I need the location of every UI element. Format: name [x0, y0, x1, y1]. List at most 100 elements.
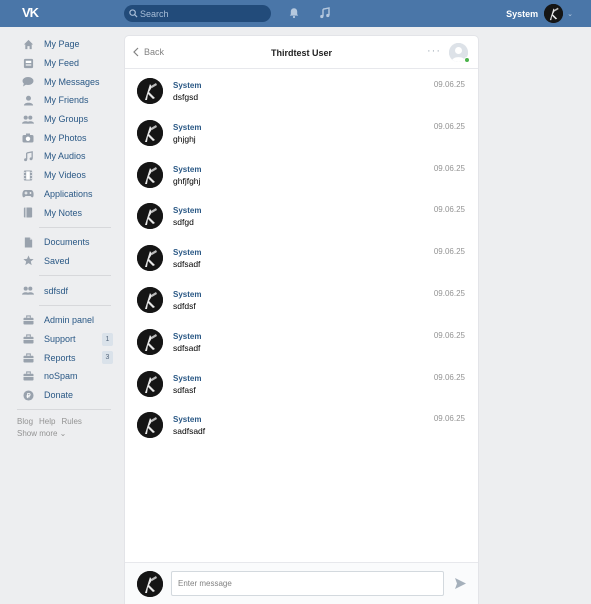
count-badge: 3 [102, 351, 113, 365]
briefcase-icon [22, 352, 34, 364]
message-time: 09.06.25 [433, 205, 465, 215]
message-author[interactable]: System [173, 165, 201, 174]
sidebar-item-label: Reports [44, 352, 76, 363]
users-icon [22, 285, 34, 297]
more-options-icon[interactable]: ··· [427, 45, 441, 57]
sidebar-item-label: noSpam [44, 371, 78, 382]
message-time: 09.06.25 [433, 414, 465, 424]
message-author[interactable]: System [173, 248, 201, 257]
message-time: 09.06.25 [433, 372, 465, 382]
svg-text:₽: ₽ [26, 392, 30, 399]
sidebar-item-support[interactable]: Support 1 [17, 330, 113, 349]
sidebar-footer: Blog Help Rules Show more ⌄ [17, 416, 111, 440]
message-item: System ghfjfghj 09.06.25 [125, 154, 478, 196]
sidebar-nav-secondary: Documents Saved [17, 233, 111, 270]
sidebar-item-label: My Page [44, 39, 80, 50]
music-note-icon [22, 150, 34, 162]
bell-icon[interactable] [288, 7, 300, 19]
message-author[interactable]: System [173, 123, 201, 132]
music-note-icon[interactable] [319, 7, 331, 19]
sidebar-item-label: sdfsdf [44, 285, 69, 296]
message-input[interactable] [171, 571, 444, 596]
message-author[interactable]: System [173, 290, 201, 299]
sidebar-item-label: My Messages [44, 76, 100, 87]
message-item: System sadfsadf 09.06.25 [125, 404, 478, 446]
footer-link-help[interactable]: Help [39, 417, 55, 426]
top-bar: VK System ⌄ [0, 0, 591, 27]
message-author[interactable]: System [173, 332, 201, 341]
sidebar: My Page My Feed My Messages My Friends M… [17, 35, 113, 440]
briefcase-icon [22, 314, 34, 326]
sidebar-divider [39, 226, 111, 228]
avatar[interactable] [137, 78, 163, 104]
news-icon [22, 57, 34, 69]
message-text: sdfsadf [173, 259, 201, 270]
sidebar-item-admin-panel[interactable]: Admin panel [17, 311, 111, 330]
message-time: 09.06.25 [433, 289, 465, 298]
sidebar-item-nospam[interactable]: noSpam [17, 367, 111, 386]
message-author[interactable]: System [173, 81, 201, 90]
avatar[interactable] [137, 328, 163, 355]
send-icon[interactable] [454, 577, 467, 590]
message-text: sdfasf [173, 384, 196, 395]
message-item: System ghjghj 09.06.25 [125, 112, 478, 154]
message-time: 09.06.25 [433, 80, 465, 89]
sidebar-item-my-groups[interactable]: My Groups [17, 110, 111, 129]
sidebar-item-sdfsdf[interactable]: sdfsdf [17, 281, 111, 300]
briefcase-icon [22, 333, 34, 345]
sidebar-item-donate[interactable]: ₽ Donate [17, 386, 111, 405]
sidebar-nav-admin: Admin panel Support 1 Reports 3 noSpam ₽… [17, 311, 113, 405]
message-author[interactable]: System [173, 374, 201, 383]
user-name: System [506, 8, 539, 19]
message-item: System sdfdsf 09.06.25 [125, 279, 478, 321]
online-indicator [464, 57, 470, 63]
avatar [544, 4, 564, 23]
sidebar-item-label: Documents [44, 237, 90, 248]
sidebar-item-my-messages[interactable]: My Messages [17, 72, 111, 91]
sidebar-item-my-audios[interactable]: My Audios [17, 147, 111, 166]
footer-link-rules[interactable]: Rules [61, 417, 81, 426]
avatar[interactable] [137, 287, 163, 313]
sidebar-item-documents[interactable]: Documents [17, 233, 111, 252]
message-item: System dsfgsd 09.06.25 [125, 70, 478, 112]
footer-link-blog[interactable]: Blog [17, 417, 33, 426]
message-text: sdfgd [173, 217, 194, 228]
message-author[interactable]: System [173, 415, 201, 424]
chevron-down-icon[interactable]: ⌄ [567, 10, 573, 18]
sidebar-item-my-photos[interactable]: My Photos [17, 128, 111, 147]
avatar[interactable] [137, 161, 163, 188]
film-icon [22, 169, 34, 181]
user-menu[interactable]: System ⌄ [506, 3, 573, 24]
search-input[interactable] [140, 5, 265, 22]
sidebar-item-reports[interactable]: Reports 3 [17, 348, 113, 367]
sidebar-item-label: My Feed [44, 58, 80, 69]
sidebar-item-my-notes[interactable]: My Notes [17, 203, 111, 222]
vk-logo[interactable]: VK [22, 6, 44, 20]
sidebar-item-my-feed[interactable]: My Feed [17, 54, 111, 73]
avatar[interactable] [137, 119, 163, 146]
message-time: 09.06.25 [433, 330, 465, 340]
avatar[interactable] [137, 370, 163, 397]
sidebar-item-my-friends[interactable]: My Friends [17, 91, 111, 110]
chat-title[interactable]: Thirdtest User [125, 48, 478, 58]
chat-header: Back Thirdtest User ··· [125, 36, 478, 69]
show-more-link[interactable]: Show more ⌄ [17, 429, 66, 438]
search-box[interactable] [124, 5, 271, 22]
message-author[interactable]: System [173, 206, 201, 215]
sidebar-item-applications[interactable]: Applications [17, 185, 111, 204]
sidebar-item-saved[interactable]: Saved [17, 252, 111, 271]
sidebar-item-my-videos[interactable]: My Videos [17, 166, 111, 185]
message-item: System sdfsadf 09.06.25 [125, 237, 478, 279]
message-time: 09.06.25 [433, 121, 465, 131]
avatar[interactable] [137, 412, 163, 439]
avatar[interactable] [137, 245, 163, 272]
chat-panel: Back Thirdtest User ··· System dsfgsd 09… [125, 36, 478, 604]
message-time: 09.06.25 [433, 247, 465, 257]
sidebar-item-label: Applications [44, 188, 93, 199]
avatar[interactable] [137, 203, 163, 230]
search-icon [129, 9, 138, 18]
message-text: sdfdsf [173, 301, 196, 311]
sidebar-item-my-page[interactable]: My Page [17, 35, 111, 54]
gamepad-icon [22, 188, 34, 200]
count-badge: 1 [102, 332, 113, 346]
